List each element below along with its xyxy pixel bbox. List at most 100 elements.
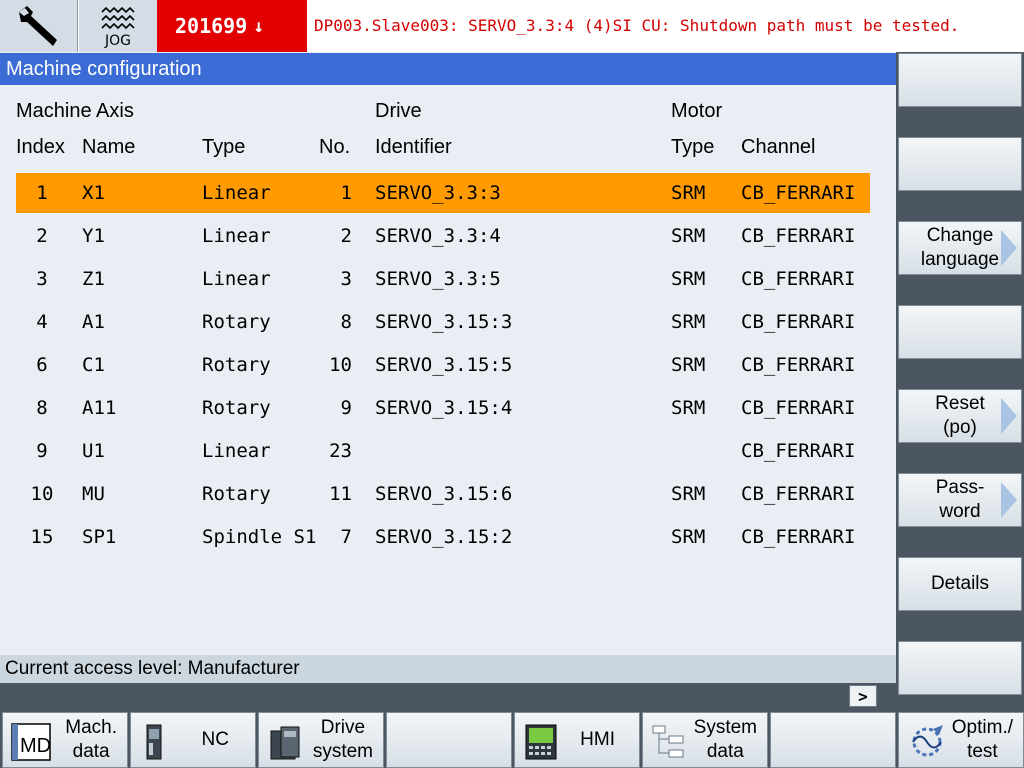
drive-system-button[interactable]: Drive system bbox=[258, 712, 384, 768]
cell-name: MU bbox=[82, 483, 105, 505]
cell-identifier: SERVO_3.15:3 bbox=[375, 311, 513, 333]
table-row[interactable]: 9 U1 Linear 23 CB_FERRARI bbox=[16, 431, 870, 471]
group-header-motor: Motor bbox=[671, 100, 723, 122]
change-language-button[interactable]: Change language bbox=[898, 221, 1022, 275]
cell-no: 9 bbox=[340, 397, 352, 419]
cell-channel: CB_FERRARI bbox=[741, 526, 856, 548]
cell-identifier: SERVO_3.15:4 bbox=[375, 397, 513, 419]
vertical-softkey-8[interactable] bbox=[898, 641, 1022, 695]
alarm-number-badge[interactable]: 201699 ↓ bbox=[157, 0, 307, 52]
chevron-right-icon bbox=[1001, 482, 1017, 518]
cell-name: U1 bbox=[82, 440, 105, 462]
cell-type: Linear bbox=[202, 225, 271, 247]
svg-text:MD: MD bbox=[20, 735, 51, 757]
table-row[interactable]: 6 C1 Rotary 10 SERVO_3.15:5 SRM CB_FERRA… bbox=[16, 345, 870, 385]
details-button[interactable]: Details bbox=[898, 557, 1022, 611]
table-row[interactable]: 2 Y1 Linear 2 SERVO_3.3:4 SRM CB_FERRARI bbox=[16, 216, 870, 256]
cell-type: Rotary bbox=[202, 311, 271, 333]
drive-unit-icon bbox=[270, 726, 300, 760]
horizontal-softkey-7[interactable] bbox=[770, 712, 896, 768]
column-header-name: Name bbox=[82, 136, 136, 158]
cell-index: 15 bbox=[30, 526, 54, 548]
vertical-softkey-2[interactable] bbox=[898, 137, 1022, 191]
horizontal-softkey-label: Drive system bbox=[312, 717, 373, 762]
cell-motor-type: SRM bbox=[671, 354, 706, 376]
cell-no: 10 bbox=[329, 354, 352, 376]
access-level-status: Current access level: Manufacturer bbox=[0, 655, 896, 683]
column-header-no: No. bbox=[319, 136, 351, 158]
cell-index: 1 bbox=[36, 182, 48, 204]
cell-channel: CB_FERRARI bbox=[741, 440, 856, 462]
cell-channel: CB_FERRARI bbox=[741, 182, 856, 204]
cell-name: A1 bbox=[82, 311, 105, 333]
cell-motor-type: SRM bbox=[671, 225, 706, 247]
system-data-button[interactable]: System data bbox=[642, 712, 768, 768]
mode-label: JOG bbox=[105, 33, 131, 49]
cell-channel: CB_FERRARI bbox=[741, 354, 856, 376]
horizontal-softkey-label: HMI bbox=[580, 729, 615, 750]
header-bar: JOG 201699 ↓ DP003.Slave003: SERVO_3.3:4… bbox=[0, 0, 1024, 52]
cell-no: 1 bbox=[340, 182, 352, 204]
alarm-message: DP003.Slave003: SERVO_3.3:4 (4)SI CU: Sh… bbox=[314, 16, 960, 35]
horizontal-softkey-4[interactable] bbox=[386, 712, 512, 768]
cell-motor-type: SRM bbox=[671, 526, 706, 548]
table-row[interactable]: 15 SP1 Spindle S1 7 SERVO_3.15:2 SRM CB_… bbox=[16, 517, 870, 557]
vertical-softkey-label: Pass-word bbox=[935, 477, 985, 522]
reset-po-button[interactable]: Reset (po) bbox=[898, 389, 1022, 443]
mode-indicator: JOG bbox=[79, 0, 157, 52]
machine-config-panel: Machine Axis Drive Motor Index Name Type… bbox=[0, 85, 896, 655]
cell-identifier: SERVO_3.3:5 bbox=[375, 268, 501, 290]
cell-name: X1 bbox=[82, 182, 105, 204]
vertical-softkey-1[interactable] bbox=[898, 53, 1022, 107]
cell-name: A11 bbox=[82, 397, 117, 419]
jog-wave-icon bbox=[101, 7, 135, 30]
table-row[interactable]: 10 MU Rotary 11 SERVO_3.15:6 SRM CB_FERR… bbox=[16, 474, 870, 514]
alarm-number: 201699 bbox=[175, 14, 248, 38]
nc-unit-icon bbox=[146, 724, 162, 760]
vertical-softkey-4[interactable] bbox=[898, 305, 1022, 359]
horizontal-softkey-label: System data bbox=[693, 717, 757, 762]
operating-area-button[interactable] bbox=[0, 0, 78, 52]
optim-test-button[interactable]: Optim./test bbox=[898, 712, 1024, 768]
password-button[interactable]: Pass-word bbox=[898, 473, 1022, 527]
table-row[interactable]: 4 A1 Rotary 8 SERVO_3.15:3 SRM CB_FERRAR… bbox=[16, 302, 870, 342]
table-row[interactable]: 8 A11 Rotary 9 SERVO_3.15:4 SRM CB_FERRA… bbox=[16, 388, 870, 428]
cell-motor-type: SRM bbox=[671, 268, 706, 290]
cell-identifier: SERVO_3.3:4 bbox=[375, 225, 501, 247]
cell-identifier: SERVO_3.15:6 bbox=[375, 483, 513, 505]
cell-name: SP1 bbox=[82, 526, 117, 548]
hmi-button[interactable]: HMI bbox=[514, 712, 640, 768]
nc-button[interactable]: NC bbox=[130, 712, 256, 768]
optimization-icon bbox=[912, 725, 943, 757]
cell-index: 6 bbox=[36, 354, 48, 376]
column-header-channel: Channel bbox=[741, 136, 816, 158]
cell-index: 10 bbox=[30, 483, 54, 505]
cell-no: 3 bbox=[340, 268, 352, 290]
down-arrow-icon: ↓ bbox=[253, 15, 265, 37]
cell-channel: CB_FERRARI bbox=[741, 268, 856, 290]
table-row[interactable]: 1 X1 Linear 1 SERVO_3.3:3 SRM CB_FERRARI bbox=[16, 173, 870, 213]
group-header-machine-axis: Machine Axis bbox=[16, 100, 134, 122]
cell-identifier: SERVO_3.3:3 bbox=[375, 182, 501, 204]
cell-name: Y1 bbox=[82, 225, 105, 247]
column-header-motor-type: Type bbox=[671, 136, 715, 158]
vertical-softkey-label: Details bbox=[930, 573, 990, 594]
cell-type: Rotary bbox=[202, 483, 271, 505]
page-title: Machine configuration bbox=[0, 53, 896, 85]
info-strip bbox=[0, 683, 896, 710]
cell-no: 11 bbox=[329, 483, 352, 505]
more-softkeys-button[interactable]: > bbox=[849, 685, 877, 707]
mach-data-button[interactable]: MD Mach. data bbox=[2, 712, 128, 768]
cell-type: Linear bbox=[202, 182, 271, 204]
cell-name: Z1 bbox=[82, 268, 105, 290]
cell-channel: CB_FERRARI bbox=[741, 225, 856, 247]
cell-index: 8 bbox=[36, 397, 48, 419]
cell-channel: CB_FERRARI bbox=[741, 311, 856, 333]
horizontal-softkey-label: NC bbox=[201, 729, 229, 750]
cell-motor-type: SRM bbox=[671, 483, 706, 505]
column-header-type: Type bbox=[202, 136, 246, 158]
cell-index: 9 bbox=[36, 440, 48, 462]
table-row[interactable]: 3 Z1 Linear 3 SERVO_3.3:5 SRM CB_FERRARI bbox=[16, 259, 870, 299]
cell-no: 2 bbox=[340, 225, 352, 247]
cell-channel: CB_FERRARI bbox=[741, 483, 856, 505]
